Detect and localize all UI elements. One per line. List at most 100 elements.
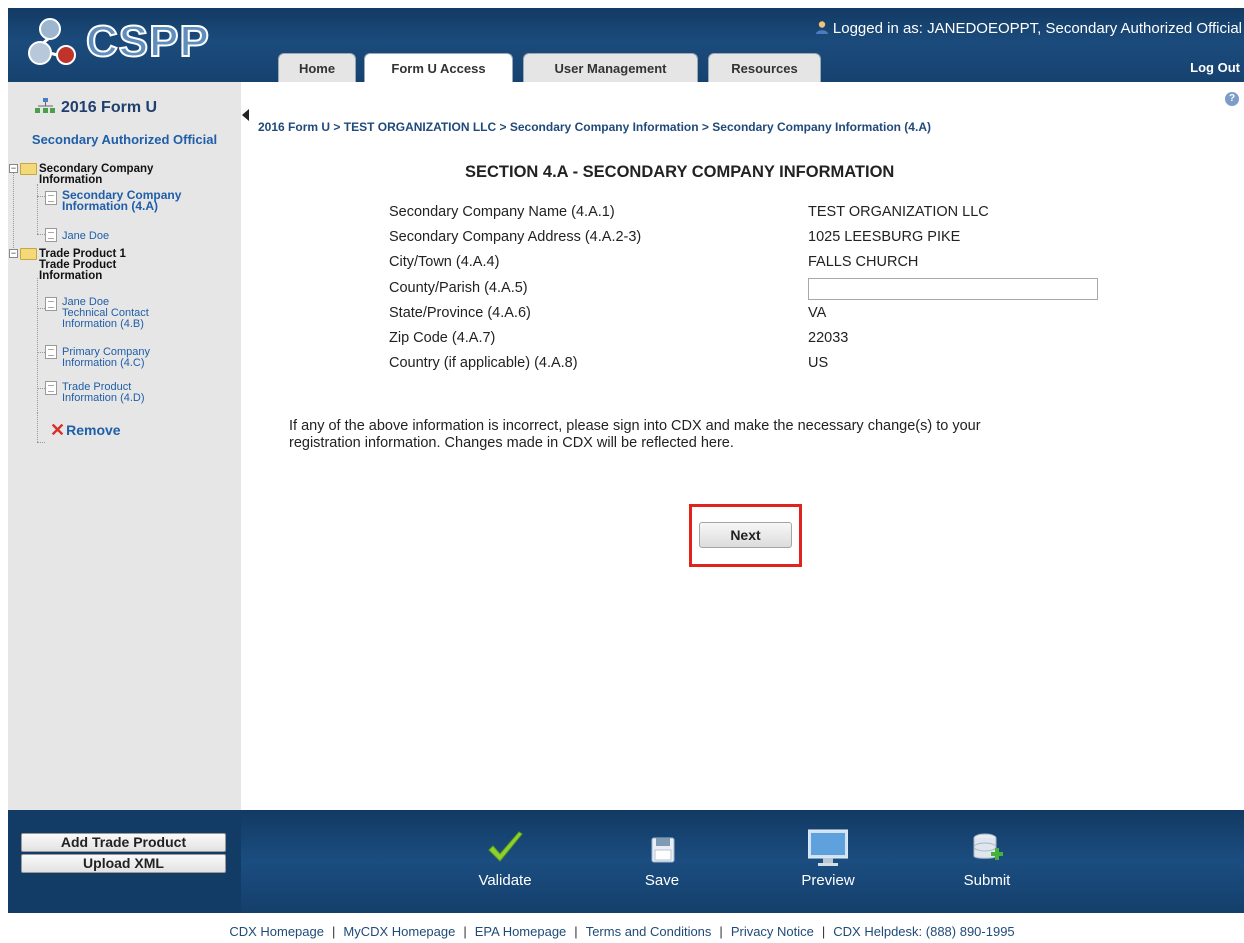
sidebar-title-text: 2016 Form U: [61, 99, 158, 116]
footer-link-terms[interactable]: Terms and Conditions: [586, 924, 712, 939]
collapse-toggle-icon[interactable]: −: [9, 249, 18, 258]
app-header: CSPP Logged in as: JANEDOEOPPT, Secondar…: [8, 8, 1244, 82]
checkmark-icon: [488, 831, 523, 862]
collapse-toggle-icon[interactable]: −: [9, 164, 18, 173]
user-role-label: Secondary Authorized Official: [31, 132, 218, 147]
tree-line: [37, 388, 45, 389]
validate-button[interactable]: Validate: [455, 810, 555, 913]
breadcrumb-separator: >: [333, 120, 341, 134]
footer-link-cdx-homepage[interactable]: CDX Homepage: [229, 924, 324, 939]
molecule-logo-icon: [28, 18, 76, 65]
section-title: SECTION 4.A - SECONDARY COMPANY INFORMAT…: [465, 163, 895, 181]
document-icon: [45, 345, 57, 359]
tree-item-label: Information (4.C): [62, 357, 145, 369]
validate-label: Validate: [478, 872, 532, 889]
database-add-icon: [973, 833, 1003, 860]
breadcrumb-separator: >: [499, 120, 507, 134]
upload-xml-button[interactable]: Upload XML: [21, 854, 226, 873]
monitor-icon: [808, 829, 848, 866]
tree-line: [37, 184, 38, 234]
footer-separator: |: [574, 924, 578, 939]
tab-user-management[interactable]: User Management: [523, 53, 698, 82]
sidebar-title: 2016 Form U: [35, 98, 157, 117]
field-value: FALLS CHURCH: [808, 254, 919, 270]
field-label: Secondary Company Address (4.A.2-3): [389, 229, 642, 245]
footer-link-mycdx-homepage[interactable]: MyCDX Homepage: [343, 924, 455, 939]
field-value: US: [808, 355, 829, 371]
tree-item-trade-product-4d[interactable]: Trade Product Information (4.D): [62, 382, 145, 404]
tree-item-primary-company-4c[interactable]: Primary Company Information (4.C): [62, 347, 150, 369]
tab-resources[interactable]: Resources: [708, 53, 821, 82]
note-line: registration information. Changes made i…: [289, 435, 734, 451]
county-parish-input[interactable]: [808, 278, 1098, 300]
red-x-icon: ✕: [50, 420, 66, 440]
tree-folder-trade-product-1[interactable]: Trade Product 1 Trade Product Informatio…: [39, 248, 126, 282]
tree-item-label: Information (4.A): [62, 199, 158, 213]
footer-link-epa-homepage[interactable]: EPA Homepage: [475, 924, 567, 939]
bottom-left-panel: Add Trade Product Upload XML: [8, 810, 241, 913]
tree-line: [13, 168, 14, 258]
document-icon: [45, 228, 57, 242]
tree-item-label: Information (4.B): [62, 318, 144, 330]
login-info: Logged in as: JANEDOEOPPT, Secondary Aut…: [815, 20, 1242, 37]
help-icon[interactable]: ?: [1225, 92, 1239, 106]
remove-button[interactable]: ✕Remove: [50, 420, 121, 441]
tree-line: [37, 442, 45, 443]
submit-label: Submit: [963, 872, 1011, 889]
field-label: County/Parish (4.A.5): [389, 280, 528, 296]
tree-item-label: Information (4.D): [62, 392, 145, 404]
note-line: If any of the above information is incor…: [289, 418, 981, 434]
tree-line: [37, 352, 45, 353]
footer-link-helpdesk[interactable]: CDX Helpdesk: (888) 890-1995: [833, 924, 1014, 939]
tree-line: [37, 308, 45, 309]
footer-link-privacy[interactable]: Privacy Notice: [731, 924, 814, 939]
field-value: VA: [808, 305, 827, 321]
save-label: Save: [644, 872, 680, 889]
logo-text: CSPP: [85, 17, 210, 67]
logout-link[interactable]: Log Out: [1190, 60, 1240, 75]
tree-line: [37, 412, 38, 442]
breadcrumb-item[interactable]: 2016 Form U: [258, 120, 330, 134]
breadcrumb-separator: >: [701, 120, 709, 134]
tree-line: [37, 234, 45, 235]
field-label: State/Province (4.A.6): [389, 305, 531, 321]
cdx-update-note: If any of the above information is incor…: [289, 418, 1179, 452]
save-button[interactable]: Save: [612, 810, 712, 913]
field-label: Zip Code (4.A.7): [389, 330, 496, 346]
collapse-sidebar-arrow-icon[interactable]: [242, 109, 249, 121]
tree-line: [37, 196, 45, 197]
add-trade-product-button[interactable]: Add Trade Product: [21, 833, 226, 852]
footer-separator: |: [821, 924, 826, 939]
preview-label: Preview: [801, 872, 855, 889]
tree-item-secondary-company-info-4a[interactable]: Secondary Company Information (4.A): [62, 189, 181, 213]
floppy-disk-icon: [651, 837, 675, 863]
tree-item-technical-contact-4b[interactable]: Jane Doe Technical Contact Information (…: [62, 297, 149, 330]
tab-home[interactable]: Home: [278, 53, 356, 82]
cspp-logo[interactable]: CSPP: [28, 15, 210, 71]
tree-folder-label: Information: [39, 174, 103, 186]
field-label: Secondary Company Name (4.A.1): [389, 204, 615, 220]
footer-separator: |: [463, 924, 467, 939]
form-navigation-sidebar: 2016 Form U Secondary Authorized Officia…: [8, 82, 249, 810]
document-icon: [45, 381, 57, 395]
preview-button[interactable]: Preview: [778, 810, 878, 913]
form-action-bar: Validate Save Preview Submit: [241, 810, 1244, 913]
breadcrumb: 2016 Form U > TEST ORGANIZATION LLC > Se…: [258, 120, 931, 134]
login-info-text: Logged in as: JANEDOEOPPT, Secondary Aut…: [832, 20, 1242, 37]
tree-item-jane-doe[interactable]: Jane Doe: [62, 231, 109, 242]
document-icon: [45, 297, 57, 311]
breadcrumb-item[interactable]: TEST ORGANIZATION LLC: [344, 120, 496, 134]
field-label: Country (if applicable) (4.A.8): [389, 355, 578, 371]
breadcrumb-item[interactable]: Secondary Company Information: [510, 120, 699, 134]
tab-form-u-access[interactable]: Form U Access: [364, 53, 513, 82]
footer-separator: |: [331, 924, 336, 939]
next-button[interactable]: Next: [699, 522, 792, 548]
folder-icon: [20, 163, 37, 175]
submit-button[interactable]: Submit: [937, 810, 1037, 913]
field-label: City/Town (4.A.4): [389, 254, 500, 270]
document-icon: [45, 191, 57, 205]
tree-structure-icon: [35, 98, 55, 113]
footer-links: CDX Homepage | MyCDX Homepage | EPA Homepage…: [0, 924, 1244, 939]
tree-line: [37, 278, 38, 413]
tree-folder-secondary-company[interactable]: Secondary Company Information: [39, 163, 153, 186]
